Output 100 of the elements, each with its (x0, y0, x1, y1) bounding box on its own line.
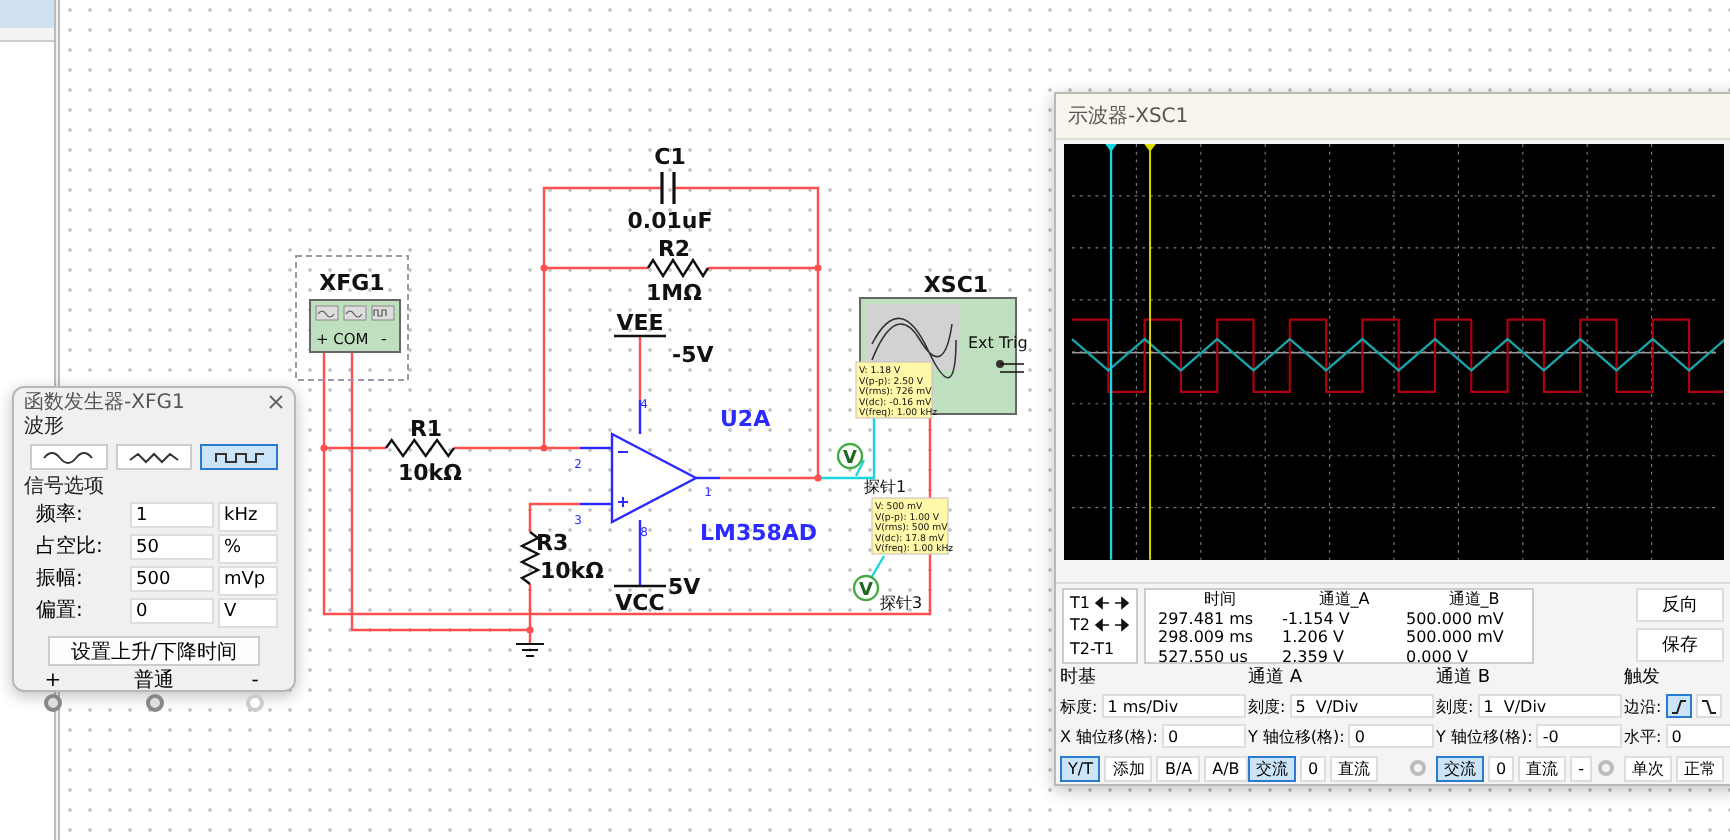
probe-reading-box (855, 361, 933, 419)
unit-field[interactable]: % (218, 534, 278, 564)
group-title: 触发 (1624, 668, 1662, 690)
input-field[interactable]: 0 (1665, 724, 1730, 748)
input-field[interactable]: 500 (130, 566, 214, 592)
component-label: R3 (536, 530, 569, 556)
field-label: 刻度: (1248, 695, 1286, 717)
cursor-label: T2 (1070, 616, 1090, 635)
input-field[interactable]: 50 (130, 534, 214, 560)
channel-indicator-icon (1410, 760, 1426, 776)
probe-label: 探针1 (864, 478, 907, 496)
terminal-label: 普通 (134, 670, 174, 692)
table-cell-text: 1.206 V (1282, 628, 1346, 647)
left-arrow-icon[interactable] (1093, 618, 1110, 633)
left-arrow-icon[interactable] (1093, 596, 1110, 611)
field-label: Y 轴位移(格): (1436, 725, 1533, 747)
mode-button[interactable]: 单次 (1624, 755, 1672, 781)
waveform-button[interactable] (115, 444, 193, 470)
field-label: 振幅: (34, 566, 85, 594)
group-title: 通道 B (1436, 668, 1493, 690)
panel-button[interactable]: 保存 (1636, 628, 1724, 662)
table-cell-text: 298.009 ms (1158, 628, 1256, 647)
instrument-label: XSC1 (923, 272, 989, 298)
input-field[interactable]: 1 (130, 502, 214, 528)
field-label: 标度: (1060, 695, 1098, 717)
coupling-button[interactable]: 交流 (1248, 755, 1296, 781)
unit-field[interactable]: kHz (218, 502, 278, 532)
edge-button[interactable] (1665, 694, 1692, 718)
column-header: 通道_B (1446, 590, 1502, 609)
input-field[interactable]: 1 ms/Div (1101, 694, 1246, 718)
resistor-symbol (519, 531, 541, 585)
component-label: VEE (616, 310, 664, 336)
table-cell-text: 500.000 mV (1406, 609, 1506, 628)
instrument-label: XFG1 (319, 270, 385, 296)
op-amp-symbol (610, 432, 699, 524)
field-label: Y 轴位移(格): (1248, 725, 1345, 747)
mode-button[interactable]: A/B (1204, 755, 1248, 781)
input-field[interactable]: 0 (130, 598, 214, 624)
coupling-button[interactable]: 0 (1488, 755, 1515, 781)
cursor-label: T2-T1 (1070, 639, 1115, 658)
triangle-wave-icon (126, 448, 182, 466)
mode-button[interactable]: B/A (1156, 755, 1201, 781)
component-value: 1MΩ (646, 280, 702, 306)
coupling-button[interactable]: 0 (1300, 755, 1327, 781)
mode-button[interactable]: 正常 (1676, 755, 1724, 781)
unit-field[interactable]: V (218, 598, 278, 628)
window-title: 示波器-XSC1 (1068, 103, 1189, 131)
channel-indicator-icon (1598, 760, 1614, 776)
right-arrow-icon[interactable] (1113, 596, 1130, 611)
waveform-button[interactable] (200, 444, 279, 470)
junction-dot (320, 444, 328, 452)
input-field[interactable]: 0 (1161, 724, 1246, 748)
probe-icon[interactable] (852, 574, 880, 602)
probe-reading-box (871, 497, 949, 555)
capacitor-symbol (660, 170, 676, 206)
junction-dot (814, 474, 822, 482)
cursor-label: T1 (1070, 594, 1090, 613)
component-value: 10kΩ (540, 558, 604, 584)
component-value: -5V (672, 342, 714, 368)
waveform-button[interactable] (30, 444, 108, 470)
table-cell-text: 0.000 V (1406, 647, 1470, 666)
terminal-label: + (44, 670, 62, 692)
group-title: 通道 A (1248, 668, 1305, 690)
field-label: 频率: (34, 502, 85, 530)
component-label: C1 (654, 144, 686, 170)
panel-button[interactable]: 反向 (1636, 588, 1724, 622)
table-cell-text: 297.481 ms (1158, 609, 1256, 628)
probe-symbol: V (843, 449, 857, 469)
right-arrow-icon[interactable] (1113, 618, 1130, 633)
coupling-button[interactable]: 直流 (1330, 755, 1379, 781)
table-cell-text: -1.154 V (1282, 609, 1352, 628)
close-icon[interactable] (268, 394, 284, 410)
terminal-label: - (381, 330, 387, 348)
mode-button[interactable]: Y/T (1060, 755, 1101, 781)
unit-field[interactable]: mVp (218, 566, 278, 596)
probe-symbol: V (859, 581, 873, 601)
junction-dot (540, 264, 548, 272)
input-field[interactable]: 1 V/Div (1477, 694, 1622, 718)
field-label: 占空比: (34, 534, 105, 562)
cursor-line[interactable] (1144, 144, 1156, 561)
input-field[interactable]: -0 (1536, 724, 1622, 748)
input-field[interactable]: 5 V/Div (1289, 694, 1434, 718)
section-label: 波形 (24, 416, 66, 440)
junction-dot (526, 626, 534, 634)
component-label: R2 (657, 236, 691, 262)
coupling-button[interactable]: - (1570, 755, 1592, 781)
field-label: X 轴位移(格): (1060, 725, 1158, 747)
probe-icon[interactable] (836, 442, 864, 470)
group-title: 时基 (1060, 668, 1098, 690)
mode-button[interactable]: 添加 (1104, 755, 1153, 781)
component-label: VCC (615, 590, 665, 616)
rise-fall-time-button[interactable]: 设置上升/下降时间 (48, 636, 260, 666)
sine-wave-icon (40, 448, 97, 466)
input-field[interactable]: 0 (1348, 724, 1434, 748)
cursor-line[interactable] (1105, 144, 1117, 561)
coupling-button[interactable]: 交流 (1436, 755, 1484, 781)
table-cell-text: 2.359 V (1282, 647, 1346, 666)
junction-dot (814, 264, 822, 272)
component-value: 0.01uF (627, 208, 713, 234)
coupling-button[interactable]: 直流 (1518, 755, 1567, 781)
